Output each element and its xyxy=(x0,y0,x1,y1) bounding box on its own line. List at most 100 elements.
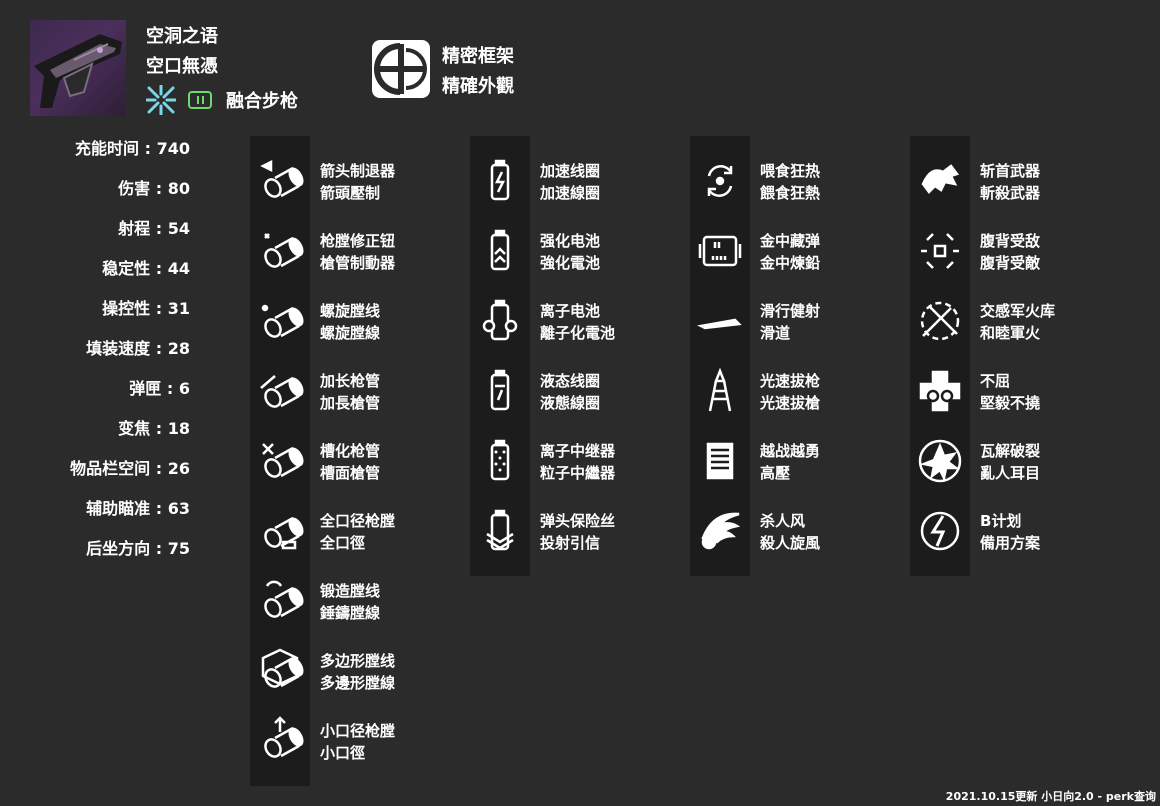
perk-name-cn: 弹头保险丝 xyxy=(540,512,616,530)
perk-name-cn: 螺旋膛线 xyxy=(320,302,381,320)
perk-name: 交感军火库 和睦軍火 xyxy=(980,300,1055,344)
perk-name-cn: 锻造膛线 xyxy=(320,582,381,600)
perk-item[interactable]: 液态线圈 液態線圈 xyxy=(470,366,670,416)
perk-name-tw: 備用方案 xyxy=(980,534,1041,552)
explosion-icon xyxy=(918,439,962,483)
stat-magazine: 弹匣 : 6 xyxy=(129,379,190,398)
perk-name-cn: 不屈 xyxy=(980,372,1011,390)
perk-name-tw: 全口徑 xyxy=(320,534,366,552)
perk-name-tw: 高壓 xyxy=(760,464,791,482)
perk-item[interactable]: 瓦解破裂 亂人耳目 xyxy=(910,436,1110,486)
chambered-compensator-icon xyxy=(262,443,304,478)
perk-item[interactable]: 弹头保险丝 投射引信 xyxy=(470,506,670,556)
perk-name-tw: 光速拔槍 xyxy=(760,394,821,412)
perk-name-tw: 槍管制動器 xyxy=(320,254,396,272)
perk-item[interactable]: 加速线圈 加速線圈 xyxy=(470,156,670,206)
frame-name-tw: 精確外觀 xyxy=(442,76,514,97)
liquid-coils-icon xyxy=(490,369,510,411)
perk-name-cn: 液态线圈 xyxy=(540,372,601,390)
arc-icon xyxy=(146,85,176,115)
perk-item[interactable]: 杀人风 殺人旋風 xyxy=(690,506,890,556)
arrowhead-brake-icon xyxy=(260,159,304,198)
perk-item[interactable]: 强化电池 強化電池 xyxy=(470,226,670,276)
perk-name-tw: 槽面槍管 xyxy=(320,464,381,482)
perk-name: 加速线圈 加速線圈 xyxy=(540,160,600,204)
perk-name: 小口径枪膛 小口徑 xyxy=(320,720,395,764)
perk-name: 斩首武器 斬殺武器 xyxy=(980,160,1040,204)
perk-name-cn: 金中藏弹 xyxy=(760,232,821,250)
perk-name: 光速拔枪 光速拔槍 xyxy=(760,370,820,414)
perk-item[interactable]: 全口径枪膛 全口徑 xyxy=(250,506,450,556)
perk-name: 强化电池 強化電池 xyxy=(540,230,600,274)
perk-name: 槽化枪管 槽面槍管 xyxy=(320,440,380,484)
perk-item[interactable]: 喂食狂热 餵食狂熱 xyxy=(690,156,890,206)
perk-name: 枪膛修正钮槍管制動器 xyxy=(320,230,395,274)
perk-name-tw: 餵食狂熱 xyxy=(760,184,821,202)
corkscrew-rifling-icon xyxy=(264,233,304,268)
perk-name: 喂食狂热 餵食狂熱 xyxy=(760,160,820,204)
weapon-type-label: 融合步枪 xyxy=(226,91,298,112)
perk-item[interactable]: 槽化枪管 槽面槍管 xyxy=(250,436,450,486)
perk-name-tw: 和睦軍火 xyxy=(980,324,1041,342)
perk-name: 金中藏弹 金中煉鉛 xyxy=(760,230,820,274)
perk-name-cn: 槽化枪管 xyxy=(320,442,381,460)
perk-name: 多边形膛线 多邊形膛線 xyxy=(320,650,395,694)
perk-name-cn: 离子中继器 xyxy=(540,442,616,460)
perk-item[interactable]: 多边形膛线 多邊形膛線 xyxy=(250,646,450,696)
perk-name: 液态线圈 液態線圈 xyxy=(540,370,600,414)
perk-name-cn: 加速线圈 xyxy=(540,162,601,180)
perk-item[interactable]: 光速拔枪 光速拔槍 xyxy=(690,366,890,416)
stat-inventory-size: 物品栏空间 : 26 xyxy=(70,459,190,478)
perk-item[interactable]: 锻造膛线 錘鑄膛線 xyxy=(250,576,450,626)
stat-stability: 稳定性 : 44 xyxy=(102,259,190,278)
perk-name-tw: 離子化電池 xyxy=(540,324,616,342)
perk-name-tw: 腹背受敵 xyxy=(980,254,1041,272)
perk-name-cn: 枪膛修正钮 xyxy=(320,232,396,250)
perk-name: 越战越勇 高壓 xyxy=(760,440,820,484)
perk-item[interactable]: 腹背受敌 腹背受敵 xyxy=(910,226,1110,276)
perk-name: 瓦解破裂 亂人耳目 xyxy=(980,440,1040,484)
footer-credit: 2021.10.15更新 小日向2.0 - perk查询 xyxy=(945,790,1156,803)
perk-item[interactable]: 不屈 堅毅不撓 xyxy=(910,366,1110,416)
perk-name-tw: 金中煉鉛 xyxy=(760,254,821,272)
perk-item[interactable]: 枪膛修正钮槍管制動器 xyxy=(250,226,450,276)
perk-item[interactable]: 离子中继器 粒子中繼器 xyxy=(470,436,670,486)
stat-range: 射程 : 54 xyxy=(118,219,190,238)
perk-name-cn: 斩首武器 xyxy=(980,162,1041,180)
perk-name-cn: 越战越勇 xyxy=(760,442,821,460)
perk-item[interactable]: 离子电池 離子化電池 xyxy=(470,296,670,346)
dragon-icon xyxy=(921,164,960,194)
stat-aim-assist: 辅助瞄准 : 63 xyxy=(86,499,190,518)
perk-item[interactable]: 加长枪管 加長槍管 xyxy=(250,366,450,416)
perk-item[interactable]: 箭头制退器 箭頭壓制 xyxy=(250,156,450,206)
stat-impact: 伤害 : 80 xyxy=(118,179,190,198)
perk-item[interactable]: 金中藏弹 金中煉鉛 xyxy=(690,226,890,276)
perk-name-cn: 多边形膛线 xyxy=(320,652,396,670)
perk-item[interactable]: 滑行健射 滑道 xyxy=(690,296,890,346)
perk-item[interactable]: 小口径枪膛 小口徑 xyxy=(250,716,450,766)
plan-b-icon xyxy=(920,511,960,551)
perk-name: 全口径枪膛 全口徑 xyxy=(320,510,395,554)
perk-name-cn: 杀人风 xyxy=(760,512,806,530)
polygonal-rifling-icon xyxy=(261,648,304,688)
slideshot-icon xyxy=(697,318,742,330)
perk-name-cn: 全口径枪膛 xyxy=(320,512,396,530)
ammo-chamber-icon xyxy=(698,235,742,267)
perk-name-tw: 箭頭壓制 xyxy=(320,184,381,202)
perk-name-cn: 加长枪管 xyxy=(320,372,381,390)
perk-name-cn: 瓦解破裂 xyxy=(980,442,1041,460)
perk-name: 不屈 堅毅不撓 xyxy=(980,370,1040,414)
perk-item[interactable]: 交感军火库 和睦軍火 xyxy=(910,296,1110,346)
perk-item[interactable]: 螺旋膛线 螺旋膛線 xyxy=(250,296,450,346)
perk-name-tw: 液態線圈 xyxy=(540,394,601,412)
perk-item[interactable]: 斩首武器 斬殺武器 xyxy=(910,156,1110,206)
stat-zoom: 变焦 : 18 xyxy=(118,419,190,438)
feeding-frenzy-icon xyxy=(707,165,733,197)
perk-name-cn: B计划 xyxy=(980,512,1022,530)
perk-item[interactable]: B计划備用方案 xyxy=(910,506,1110,556)
perk-name-tw: 錘鑄膛線 xyxy=(320,604,381,622)
perk-name: 滑行健射 滑道 xyxy=(760,300,820,344)
quickdraw-icon xyxy=(708,367,732,412)
perk-item[interactable]: 越战越勇 高壓 xyxy=(690,436,890,486)
surrounded-icon xyxy=(921,233,959,269)
